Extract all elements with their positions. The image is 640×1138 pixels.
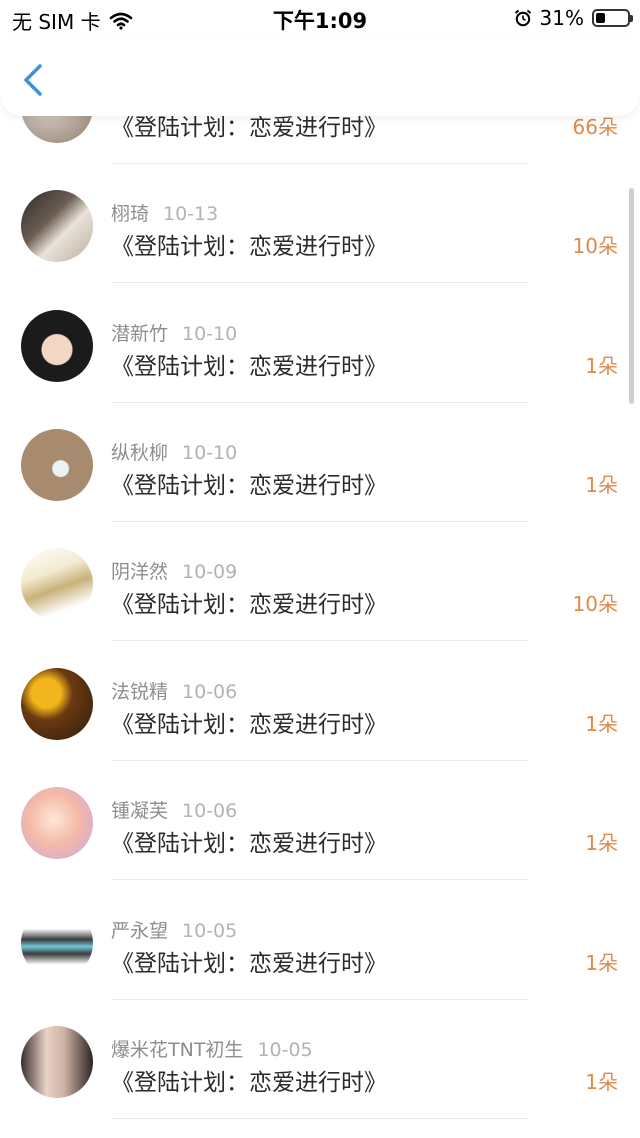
item-meta: 法锐精 10-06 [111,677,237,704]
avatar [21,668,93,740]
list-item[interactable]: 法锐精 10-06 《登陆计划：恋爱进行时》 1朵 [0,642,640,761]
divider [111,879,528,880]
item-title: 《登陆计划：恋爱进行时》 [111,592,387,618]
item-date: 10-13 [163,203,219,225]
item-meta: 栩琦 10-13 [111,199,218,226]
user-name: 严永望 [111,920,169,942]
battery-percent: 31% [539,6,584,30]
item-meta: 锺凝芙 10-06 [111,796,237,823]
user-name: 栩琦 [111,203,150,225]
chevron-left-icon [24,64,42,96]
nav-header [0,36,640,116]
item-meta: 爆米花TNT初生 10-05 [111,1035,313,1062]
list-item[interactable]: 阴洋然 10-09 《登陆计划：恋爱进行时》 10朵 [0,522,640,641]
divider [111,640,528,641]
item-date: 10-06 [182,681,238,703]
item-date: 10-10 [182,323,238,345]
item-title: 《登陆计划：恋爱进行时》 [111,712,387,738]
list-item[interactable]: 爆米花TNT初生 10-05 《登陆计划：恋爱进行时》 1朵 [0,1000,640,1119]
list-item[interactable]: 纵秋柳 10-10 《登陆计划：恋爱进行时》 1朵 [0,403,640,522]
flower-count: 1朵 [585,712,618,736]
list-item[interactable]: 潜新竹 10-10 《登陆计划：恋爱进行时》 1朵 [0,284,640,403]
item-title: 《登陆计划：恋爱进行时》 [111,1070,387,1096]
user-name: 纵秋柳 [111,442,169,464]
item-title: 《登陆计划：恋爱进行时》 [111,473,387,499]
reward-list: 《登陆计划：恋爱进行时》 66朵 栩琦 10-13 《登陆计划：恋爱进行时》 10… [0,0,640,1138]
divider [111,282,528,283]
item-meta: 阴洋然 10-09 [111,557,237,584]
flower-count: 1朵 [585,1070,618,1094]
user-name: 法锐精 [111,681,169,703]
avatar [21,548,93,620]
item-meta: 纵秋柳 10-10 [111,438,237,465]
item-title: 《登陆计划：恋爱进行时》 [111,951,387,977]
scrollbar[interactable] [629,188,634,404]
user-name: 锺凝芙 [111,800,169,822]
item-date: 10-09 [182,561,238,583]
flower-count: 1朵 [585,354,618,378]
avatar [21,787,93,859]
item-meta: 严永望 10-05 [111,916,237,943]
item-title: 《登陆计划：恋爱进行时》 [111,354,387,380]
divider [111,1118,528,1119]
avatar [21,190,93,262]
user-name: 爆米花TNT初生 [111,1039,244,1061]
flower-count: 10朵 [572,592,618,616]
item-title: 《登陆计划：恋爱进行时》 [111,831,387,857]
avatar [21,1026,93,1098]
item-date: 10-06 [182,800,238,822]
user-name: 潜新竹 [111,323,169,345]
avatar [21,429,93,501]
avatar [21,907,93,979]
item-title: 《登陆计划：恋爱进行时》 [111,234,387,260]
alarm-icon [514,9,531,27]
status-bar: 无 SIM 卡 下午1:09 31% [0,0,640,36]
item-meta: 潜新竹 10-10 [111,319,237,346]
battery-icon [592,9,633,27]
list-item[interactable]: 锺凝芙 10-06 《登陆计划：恋爱进行时》 1朵 [0,761,640,880]
flower-count: 1朵 [585,473,618,497]
list-item[interactable]: 严永望 10-05 《登陆计划：恋爱进行时》 1朵 [0,881,640,1000]
item-date: 10-05 [182,920,238,942]
flower-count: 1朵 [585,951,618,975]
item-date: 10-10 [182,442,238,464]
flower-count: 1朵 [585,831,618,855]
list-item[interactable]: 栩琦 10-13 《登陆计划：恋爱进行时》 10朵 [0,164,640,283]
item-date: 10-05 [257,1039,313,1061]
back-button[interactable] [18,60,52,100]
avatar [21,310,93,382]
flower-count: 10朵 [572,234,618,258]
user-name: 阴洋然 [111,561,169,583]
